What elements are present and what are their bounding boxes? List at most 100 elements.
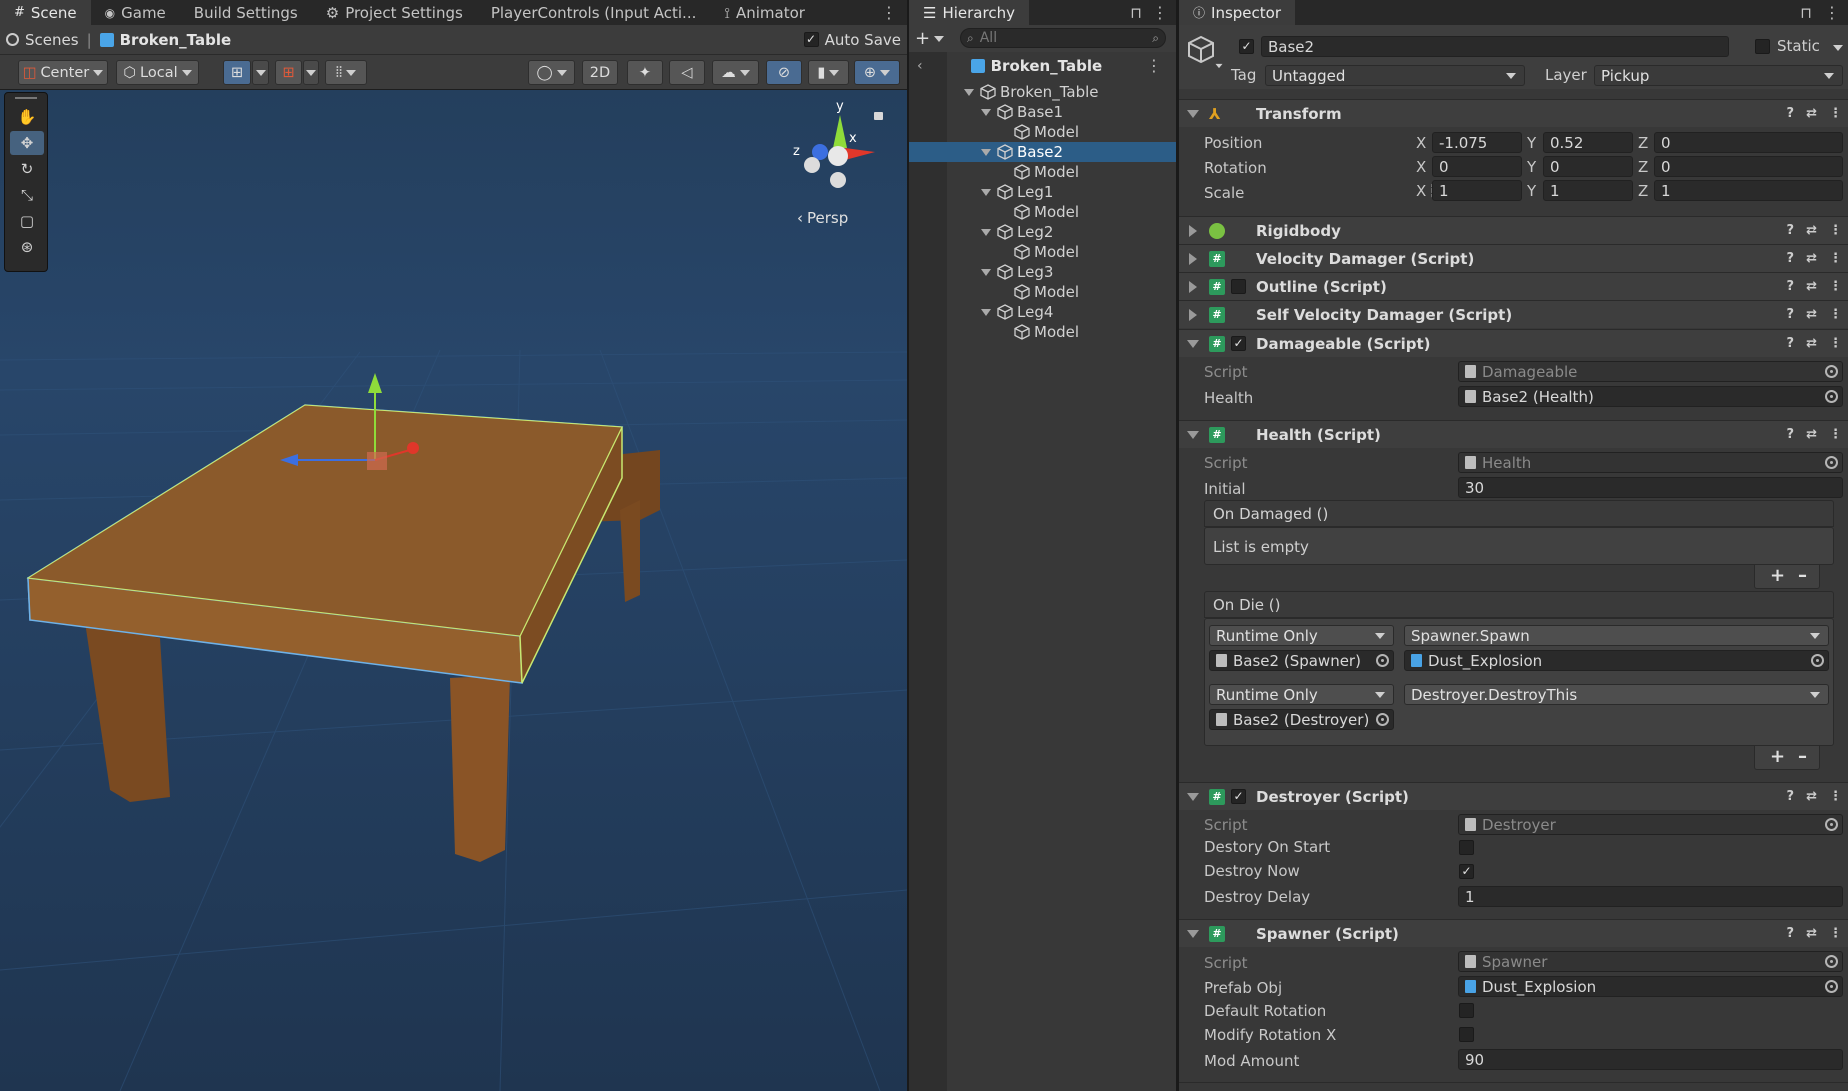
kebab-menu-icon[interactable]: ⋮ xyxy=(1829,251,1842,266)
pivot-mode-dropdown[interactable]: ◫ Center xyxy=(18,60,108,85)
default-rotation-checkbox[interactable] xyxy=(1459,1003,1474,1018)
kebab-menu-icon[interactable]: ⋮ xyxy=(1146,58,1162,74)
hierarchy-item[interactable]: Model xyxy=(909,162,1176,182)
object-picker-icon[interactable] xyxy=(1825,456,1838,469)
scene-viewport[interactable]: y x z Persp ‹ xyxy=(0,90,907,1091)
foldout-down-icon[interactable] xyxy=(1187,430,1199,439)
object-picker-icon[interactable] xyxy=(1376,654,1389,667)
preset-icon[interactable]: ⇄ xyxy=(1806,427,1817,442)
grid-visibility-button[interactable]: ⊞ xyxy=(275,60,302,85)
hierarchy-item[interactable]: Model xyxy=(909,202,1176,222)
on-die-1-mode-dropdown[interactable]: Runtime Only xyxy=(1209,684,1394,705)
object-picker-icon[interactable] xyxy=(1825,818,1838,831)
toolbox-grip[interactable] xyxy=(15,97,37,99)
grid-snap-dropdown[interactable] xyxy=(252,60,269,85)
help-icon[interactable]: ? xyxy=(1787,251,1795,266)
scene-root-row[interactable]: ‹ Broken_Table ⋮ xyxy=(909,54,1176,78)
foldout-down-icon[interactable] xyxy=(981,188,991,196)
position-x-input[interactable]: -1.075 xyxy=(1432,132,1522,153)
gizmos-dropdown[interactable]: ⊕ xyxy=(854,60,900,85)
tab-game[interactable]: ◉ Game xyxy=(90,0,180,25)
audio-toggle[interactable]: ◁ xyxy=(669,60,705,85)
tab-hierarchy[interactable]: ☰ Hierarchy xyxy=(909,0,1029,25)
foldout-right-icon[interactable] xyxy=(1189,224,1197,237)
breadcrumb-scenes[interactable]: Scenes xyxy=(25,31,79,49)
lock-icon[interactable]: ⊓ xyxy=(1130,4,1142,22)
effects-dropdown[interactable]: ☁ xyxy=(712,60,759,85)
foldout-down-icon[interactable] xyxy=(981,308,991,316)
hierarchy-item[interactable]: Leg1 xyxy=(909,182,1176,202)
damageable-component-header[interactable]: # ✓ Damageable (Script) ? ⇄ ⋮ xyxy=(1179,329,1848,357)
auto-save-checkbox[interactable]: ✓ xyxy=(803,32,819,47)
destroy-now-checkbox[interactable]: ✓ xyxy=(1459,864,1474,879)
on-die-0-target-field[interactable]: Base2 (Spawner) xyxy=(1209,650,1394,671)
static-dropdown[interactable] xyxy=(1833,45,1843,51)
mod-amount-input[interactable]: 90 xyxy=(1458,1049,1843,1070)
active-checkbox[interactable]: ✓ xyxy=(1239,39,1254,54)
foldout-right-icon[interactable] xyxy=(1189,252,1197,265)
spawner-component-header[interactable]: # Spawner (Script) ? ⇄ ⋮ xyxy=(1179,919,1848,947)
kebab-menu-icon[interactable]: ⋮ xyxy=(1829,926,1842,941)
transform-component-header[interactable]: ⅄ Transform ? ⇄ ⋮ xyxy=(1179,99,1848,127)
help-icon[interactable]: ? xyxy=(1787,427,1795,442)
tab-inspector[interactable]: ⓘ Inspector xyxy=(1179,0,1295,25)
object-name-field[interactable]: Base2 xyxy=(1261,36,1729,57)
help-icon[interactable]: ? xyxy=(1787,279,1795,294)
object-picker-icon[interactable] xyxy=(1825,390,1838,403)
kebab-menu-icon[interactable]: ⋮ xyxy=(1829,336,1842,351)
foldout-down-icon[interactable] xyxy=(981,268,991,276)
damageable-health-field[interactable]: Base2 (Health) xyxy=(1458,386,1843,407)
lighting-toggle[interactable]: ✦ xyxy=(627,60,663,85)
preset-icon[interactable]: ⇄ xyxy=(1806,336,1817,351)
damageable-enabled-checkbox[interactable]: ✓ xyxy=(1231,336,1246,351)
scene-panel-menu[interactable]: ⋮ xyxy=(871,0,907,25)
help-icon[interactable]: ? xyxy=(1787,789,1795,804)
component-header[interactable]: # Outline (Script)? ⇄ ⋮ xyxy=(1179,272,1848,300)
hierarchy-item[interactable]: Model xyxy=(909,282,1176,302)
health-component-header[interactable]: # Health (Script) ? ⇄ ⋮ xyxy=(1179,420,1848,448)
create-dropdown-icon[interactable] xyxy=(934,35,945,42)
preset-icon[interactable]: ⇄ xyxy=(1806,106,1817,121)
prefab-obj-field[interactable]: Dust_Explosion xyxy=(1458,976,1843,997)
toggle-2d-button[interactable]: 2D xyxy=(582,60,618,85)
tab-animator[interactable]: ⟟ Animator xyxy=(710,0,819,25)
grid-visibility-dropdown[interactable] xyxy=(303,60,319,85)
hierarchy-item[interactable]: Base2 xyxy=(909,142,1176,162)
on-die-0-argument-field[interactable]: Dust_Explosion xyxy=(1404,650,1829,671)
on-die-0-mode-dropdown[interactable]: Runtime Only xyxy=(1209,625,1394,646)
kebab-menu-icon[interactable]: ⋮ xyxy=(1829,279,1842,294)
move-tool-icon[interactable]: ✥ xyxy=(10,131,44,155)
foldout-right-icon[interactable] xyxy=(1189,280,1197,293)
object-picker-icon[interactable] xyxy=(1811,654,1824,667)
kebab-menu-icon[interactable]: ⋮ xyxy=(1829,106,1842,121)
foldout-down-icon[interactable] xyxy=(1187,792,1199,801)
tag-dropdown[interactable]: Untagged xyxy=(1265,65,1525,86)
foldout-down-icon[interactable] xyxy=(1187,929,1199,938)
scale-y-input[interactable]: 1 xyxy=(1543,180,1633,201)
preset-icon[interactable]: ⇄ xyxy=(1806,789,1817,804)
object-picker-icon[interactable] xyxy=(1825,955,1838,968)
object-picker-icon[interactable] xyxy=(1825,980,1838,993)
rotate-tool-icon[interactable]: ↻ xyxy=(10,157,44,181)
component-header[interactable]: # Self Velocity Damager (Script)? ⇄ ⋮ xyxy=(1179,300,1848,328)
destroy-on-start-checkbox[interactable] xyxy=(1459,840,1474,855)
help-icon[interactable]: ? xyxy=(1787,926,1795,941)
rotation-x-input[interactable]: 0 xyxy=(1432,156,1522,177)
tab-player-controls[interactable]: PlayerControls (Input Acti... xyxy=(476,0,711,25)
projection-label[interactable]: Persp xyxy=(807,209,848,227)
grid-snap-button[interactable]: ⊞ xyxy=(223,60,251,85)
help-icon[interactable]: ? xyxy=(1787,106,1795,121)
preset-icon[interactable]: ⇄ xyxy=(1806,307,1817,322)
camera-settings-dropdown[interactable]: ▮ xyxy=(808,60,849,85)
hierarchy-item[interactable]: Model xyxy=(909,242,1176,262)
scene-visibility-toggle[interactable]: ⊘ xyxy=(766,60,802,85)
rotation-z-input[interactable]: 0 xyxy=(1654,156,1843,177)
tab-project-settings[interactable]: ⚙ Project Settings xyxy=(311,0,477,25)
hierarchy-search-input[interactable]: ⌕ All ⌕ xyxy=(960,28,1166,48)
on-damaged-remove-button[interactable]: – xyxy=(1798,565,1807,586)
scale-tool-icon[interactable]: ⤡ xyxy=(10,183,44,207)
kebab-menu-icon[interactable]: ⋮ xyxy=(1829,789,1842,804)
hierarchy-item[interactable]: Model xyxy=(909,322,1176,342)
component-header[interactable]: # Velocity Damager (Script)? ⇄ ⋮ xyxy=(1179,244,1848,272)
rect-tool-icon[interactable]: ▢ xyxy=(10,209,44,233)
